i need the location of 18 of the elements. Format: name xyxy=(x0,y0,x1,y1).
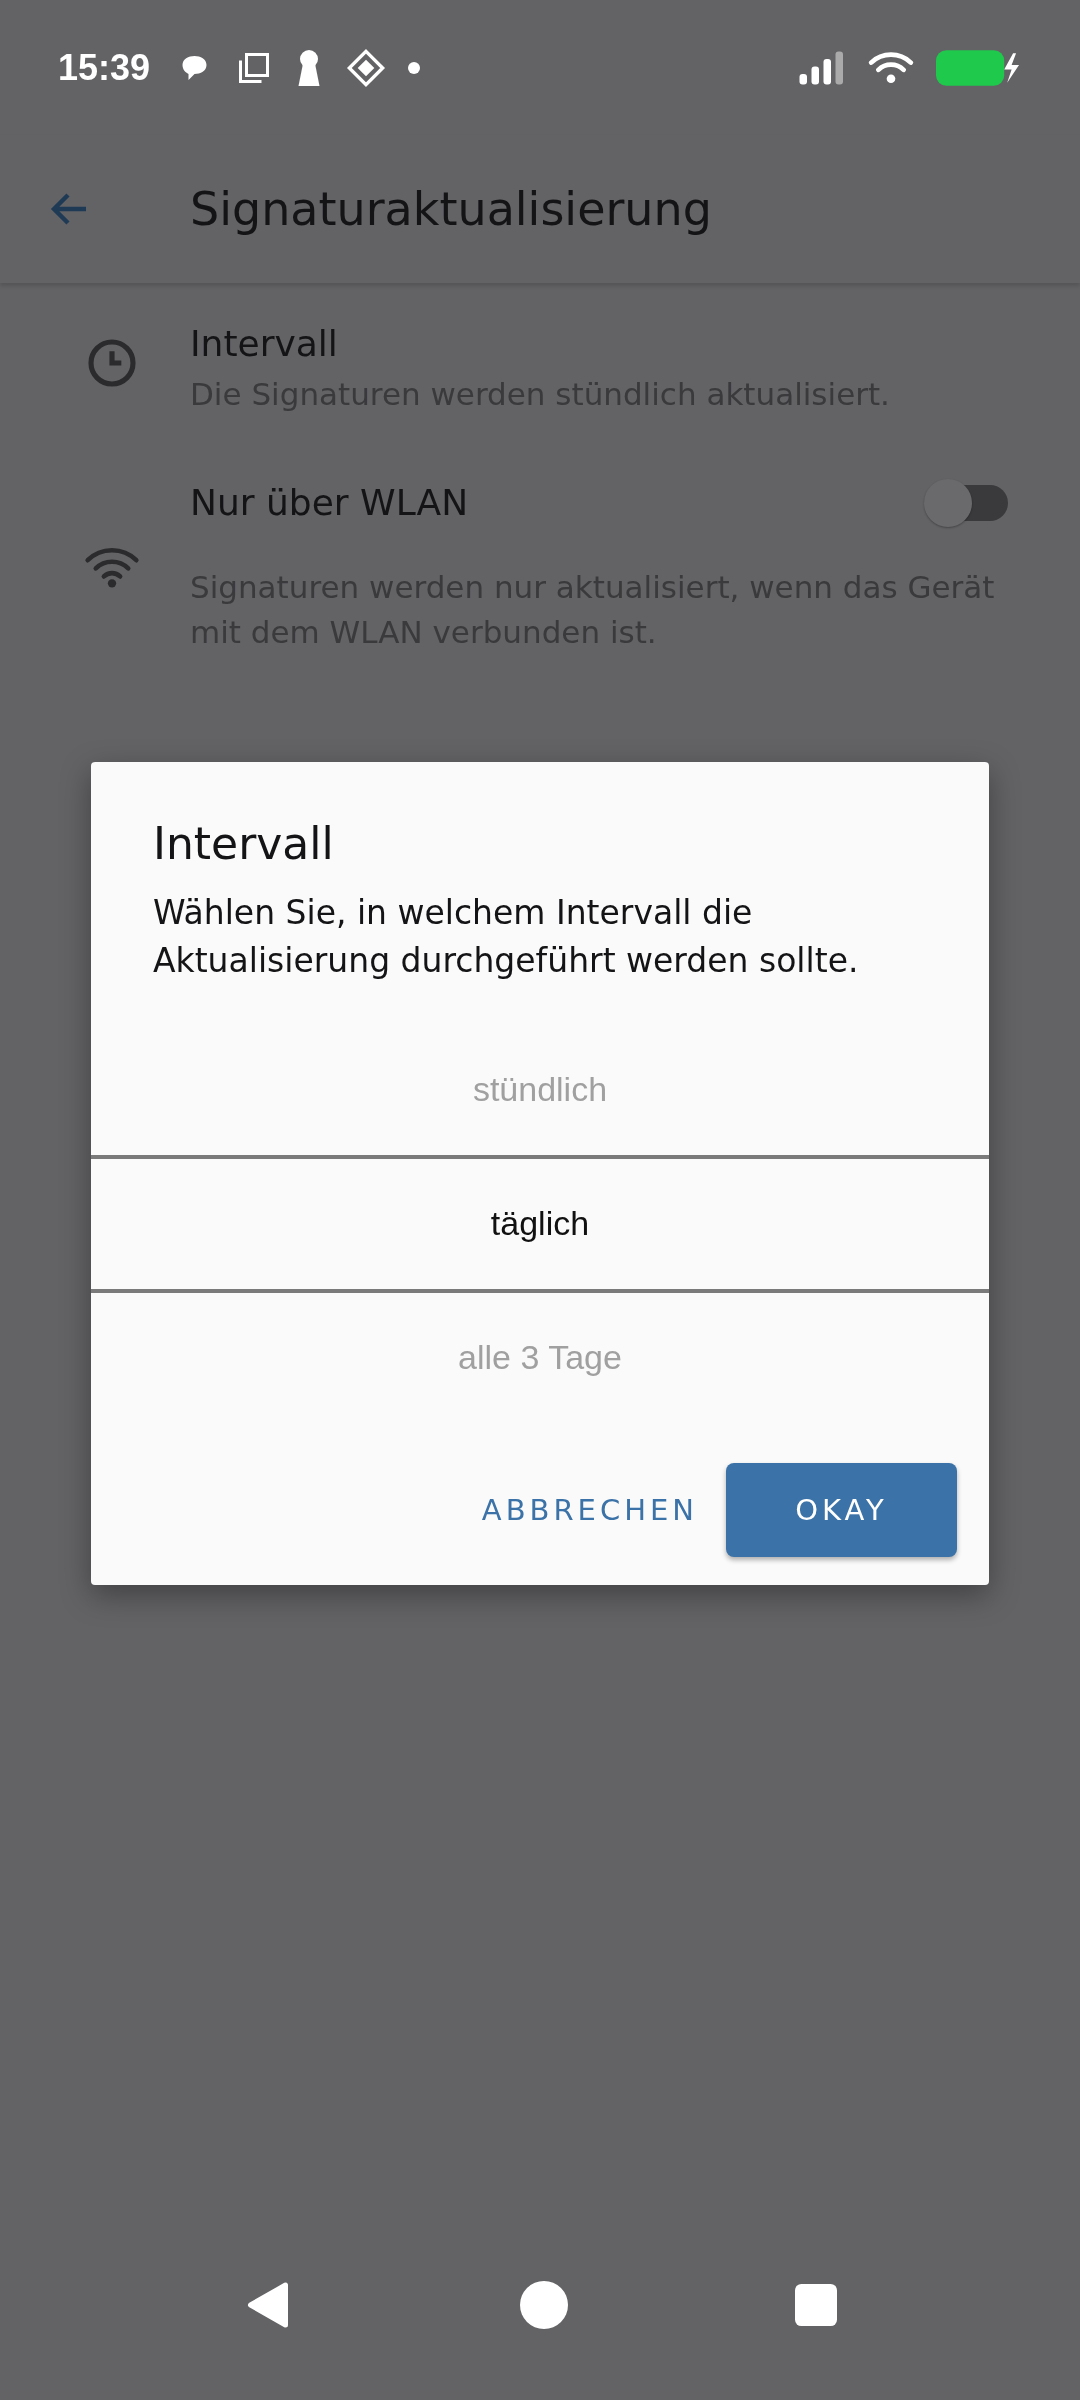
picker-option[interactable]: alle 3 Tage xyxy=(91,1292,989,1423)
setting-title: Nur über WLAN xyxy=(190,482,469,524)
battery-icon xyxy=(936,49,1022,86)
dialog-message: Wählen Sie, in welchem Intervall die Aktualisierung durchgeführt werden sollte. xyxy=(152,892,860,982)
wifi-icon xyxy=(868,49,914,86)
okay-button[interactable]: OKAY xyxy=(726,1462,957,1557)
cancel-button[interactable]: ABBRECHEN xyxy=(473,1462,706,1557)
setting-title: Intervall xyxy=(190,323,338,364)
picker-option[interactable]: stündlich xyxy=(91,1024,989,1155)
home-nav-icon[interactable] xyxy=(520,2281,568,2329)
recents-nav-icon[interactable] xyxy=(794,2284,837,2326)
signal-icon xyxy=(798,49,846,86)
diamond-icon xyxy=(346,47,387,88)
status-time: 15:39 xyxy=(58,46,151,89)
screen-title: Signaturaktualisierung xyxy=(190,182,712,236)
dialog-title: Intervall xyxy=(152,817,335,871)
dot-icon xyxy=(408,61,421,74)
picker-option[interactable]: täglich xyxy=(91,1154,989,1293)
